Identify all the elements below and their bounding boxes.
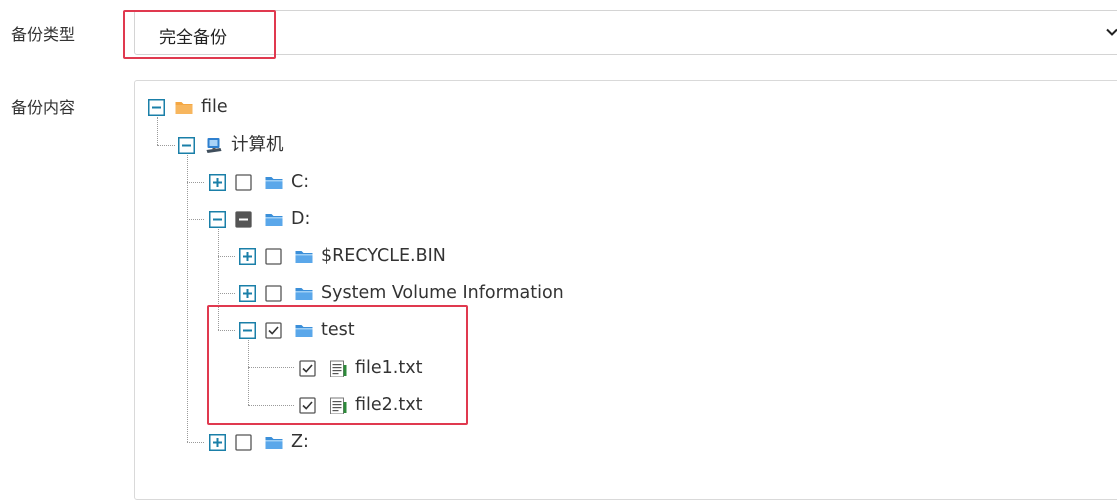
checkbox[interactable]	[235, 433, 252, 451]
tree-node-drive-z[interactable]: Z:	[209, 432, 309, 452]
chevron-down-icon	[1106, 28, 1117, 36]
checkbox-partial[interactable]	[235, 210, 252, 228]
collapse-icon[interactable]	[178, 136, 195, 154]
folder-icon	[175, 101, 193, 114]
tree-node-drive-d[interactable]: D:	[209, 209, 310, 229]
backup-content-label: 备份内容	[11, 98, 76, 117]
selected-files-highlight-box	[207, 305, 468, 425]
tree-node-computer[interactable]: 计算机	[178, 135, 284, 155]
tree-node-drive-c[interactable]: C:	[209, 172, 309, 192]
expand-icon[interactable]	[239, 247, 256, 265]
tree-node-label: 计算机	[231, 135, 284, 155]
folder-icon	[265, 213, 283, 226]
expand-icon[interactable]	[239, 284, 256, 302]
expand-icon[interactable]	[209, 173, 226, 191]
checkbox[interactable]	[235, 173, 252, 191]
tree-node-label: D:	[291, 209, 311, 229]
collapse-icon[interactable]	[209, 210, 226, 228]
tree-node-label: System Volume Information	[321, 283, 564, 303]
folder-icon	[295, 287, 313, 300]
backup-type-label: 备份类型	[11, 25, 76, 44]
tree-node-label: $RECYCLE.BIN	[321, 246, 446, 266]
collapse-icon[interactable]	[148, 98, 165, 116]
checkbox[interactable]	[265, 247, 282, 265]
tree-node-label: Z:	[291, 432, 309, 452]
backup-type-select[interactable]: 完全备份	[134, 10, 1117, 55]
checkbox[interactable]	[265, 284, 282, 302]
tree-node-recycle-bin[interactable]: $RECYCLE.BIN	[239, 246, 446, 266]
folder-icon	[265, 436, 283, 449]
computer-icon	[206, 137, 222, 153]
folder-icon	[265, 176, 283, 189]
tree-node-label: C:	[291, 172, 310, 192]
tree-node-label: file	[201, 97, 228, 117]
tree-node-system-volume-information[interactable]: System Volume Information	[239, 283, 564, 303]
tree-node-root[interactable]: file	[148, 97, 228, 117]
folder-icon	[295, 250, 313, 263]
backup-type-highlight-box	[123, 10, 276, 59]
expand-icon[interactable]	[209, 433, 226, 451]
